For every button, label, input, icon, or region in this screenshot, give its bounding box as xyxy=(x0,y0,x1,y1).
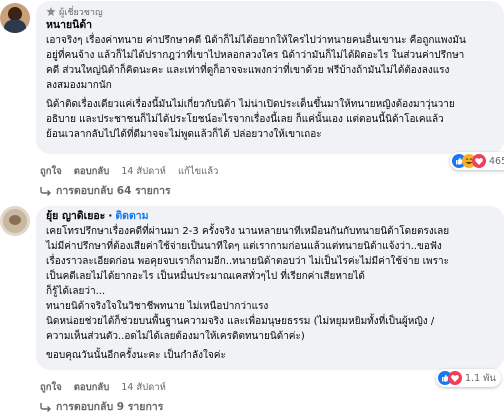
reaction-summary[interactable]: 465 xyxy=(450,152,504,170)
replies-label: การตอบกลับ 9 รายการ xyxy=(56,401,164,413)
view-replies-link[interactable]: การตอบกลับ 9 รายการ xyxy=(40,398,163,415)
comment-bubble: ยุ้ย ญาดิเยอะ · ติดตาม เคยโทรปรึกษาเรื่อ… xyxy=(36,206,504,370)
comment-author[interactable]: หนายนิด้า xyxy=(46,18,494,33)
reply-button[interactable]: ตอบกลับ xyxy=(74,164,110,179)
edited-label: แก้ไขแล้ว xyxy=(177,166,219,177)
comment-author[interactable]: ยุ้ย ญาดิเยอะ xyxy=(46,209,105,224)
comment-text: เอาจริงๆ เรื่องค่าทนาย ค่าปรึกษาคดี นิด้… xyxy=(46,35,466,91)
avatar[interactable] xyxy=(0,206,30,236)
replies-label: การตอบกลับ 64 รายการ xyxy=(56,185,171,197)
reaction-count: 465 xyxy=(489,155,504,167)
reply-arrow-icon xyxy=(40,186,51,196)
reply-arrow-icon xyxy=(40,402,51,412)
comment-text: นิด้าติดเรื่องเดียวแค่เรื่องนี้มันไม่เกี… xyxy=(46,99,455,140)
comment-bubble: ผู้เชี่ยวชาญ หนายนิด้า เอาจริงๆ เรื่องค่… xyxy=(36,1,504,154)
timestamp[interactable]: 14 สัปดาห์ xyxy=(121,380,166,395)
reply-button[interactable]: ตอบกลับ xyxy=(74,380,110,395)
comment-actions: ถูกใจ ตอบกลับ 14 สัปดาห์ xyxy=(40,380,166,395)
view-replies-link[interactable]: การตอบกลับ 64 รายการ xyxy=(40,182,171,199)
love-reaction-icon xyxy=(472,154,486,168)
comment-text: เคยโทรปรึกษาเรื่องคดีที่ผ่านมา 2-3 ครั้ง… xyxy=(46,226,450,342)
like-button[interactable]: ถูกใจ xyxy=(40,380,62,395)
avatar[interactable] xyxy=(0,3,30,33)
follow-button[interactable]: ติดตาม xyxy=(115,209,148,224)
comment-author-line: ยุ้ย ญาดิเยอะ · ติดตาม xyxy=(46,209,149,224)
badge-label: ผู้เชี่ยวชาญ xyxy=(59,7,103,18)
comment-actions: ถูกใจ ตอบกลับ 14 สัปดาห์ แก้ไขแล้ว xyxy=(40,164,218,179)
comment-text: ขอบคุณวันนั้นอีกครั้งนะคะ เป็นกำลังใจค่ะ xyxy=(46,350,226,361)
reaction-summary[interactable]: 1.1 พัน xyxy=(436,369,501,387)
expert-badge-icon xyxy=(46,6,56,16)
like-button[interactable]: ถูกใจ xyxy=(40,164,62,179)
reaction-count: 1.1 พัน xyxy=(465,372,496,384)
expert-badge: ผู้เชี่ยวชาญ xyxy=(46,5,494,18)
timestamp[interactable]: 14 สัปดาห์ xyxy=(121,164,166,179)
love-reaction-icon xyxy=(448,371,462,385)
